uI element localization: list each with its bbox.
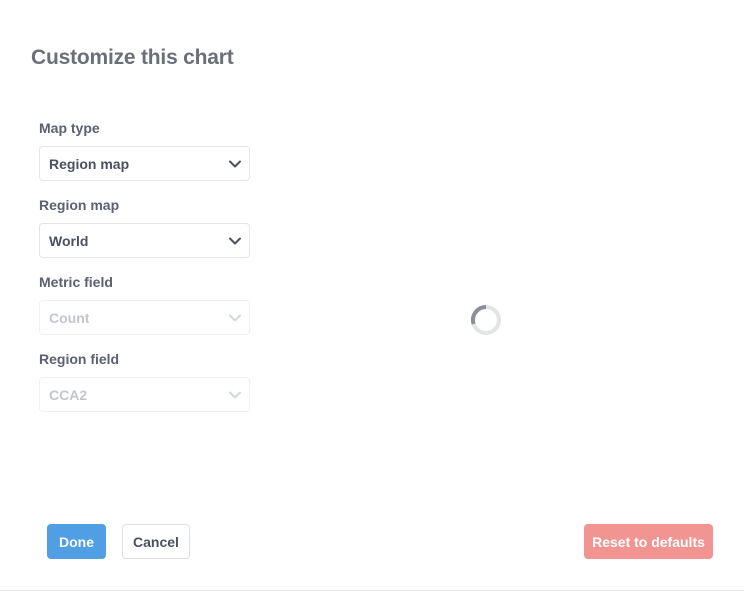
region-map-value: World: [49, 232, 89, 249]
region-field-value: CCA2: [49, 386, 88, 403]
spinner-icon: [471, 304, 501, 335]
modal-title: Customize this chart: [31, 46, 234, 69]
map-type-select[interactable]: Region map: [39, 146, 250, 181]
region-field-field: Region field CCA2: [39, 351, 250, 412]
map-type-field: Map type Region map: [39, 120, 250, 181]
metric-field-value: Count: [49, 309, 90, 326]
metric-field-select: Count: [39, 300, 250, 335]
chevron-down-icon: [229, 237, 241, 244]
metric-field-field: Metric field Count: [39, 274, 250, 335]
region-field-select: CCA2: [39, 377, 250, 412]
customize-chart-modal: Customize this chart Map type Region map…: [0, 0, 744, 591]
region-map-field: Region map World: [39, 197, 250, 258]
region-map-label: Region map: [39, 197, 120, 213]
chevron-down-icon: [229, 160, 241, 167]
region-field-label: Region field: [39, 351, 120, 367]
reset-to-defaults-button[interactable]: Reset to defaults: [584, 524, 713, 559]
chart-settings-panel: Map type Region map Region map World Met…: [39, 120, 250, 428]
cancel-button[interactable]: Cancel: [122, 524, 190, 559]
map-type-value: Region map: [49, 155, 130, 172]
metric-field-label: Metric field: [39, 274, 113, 290]
chevron-down-icon: [229, 391, 241, 398]
chevron-down-icon: [229, 314, 241, 321]
done-button[interactable]: Done: [47, 524, 106, 559]
map-type-label: Map type: [39, 120, 100, 136]
region-map-select[interactable]: World: [39, 223, 250, 258]
